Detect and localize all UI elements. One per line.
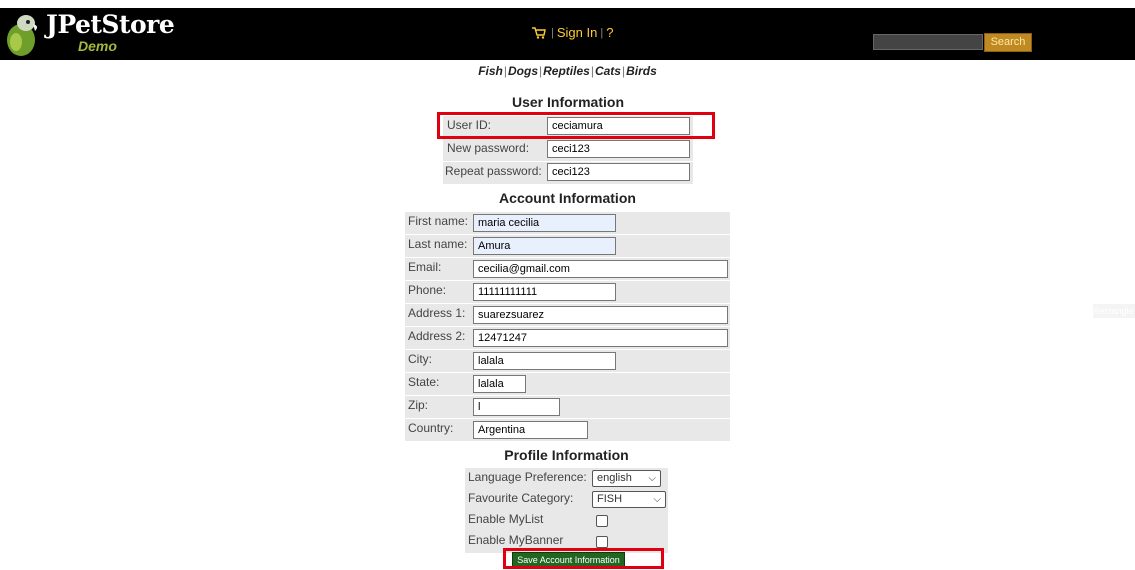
country-row: Country: Argentina	[405, 419, 730, 441]
save-button-highlight	[503, 548, 664, 569]
address2-field[interactable]: 12471247	[473, 329, 728, 347]
side-tag: Rectangle	[1093, 304, 1135, 318]
last-name-row: Last name: Amura	[405, 235, 730, 257]
zip-label: Zip:	[408, 398, 429, 412]
email-row: Email: cecilia@gmail.com	[405, 258, 730, 280]
user-info-title: User Information	[511, 94, 624, 110]
parrot-logo-icon	[7, 15, 38, 56]
language-select[interactable]: english ⌵	[592, 470, 661, 487]
quick-link-separator: |	[539, 64, 543, 78]
mybanner-label: Enable MyBanner	[468, 533, 564, 547]
email-label: Email:	[408, 260, 442, 274]
category-select[interactable]: FISH ⌵	[592, 491, 666, 508]
header-menu: | Sign In | ?	[532, 25, 613, 40]
state-label: State:	[408, 375, 440, 389]
new-password-label: New password:	[447, 141, 530, 155]
quick-link-separator: |	[621, 64, 626, 78]
city-field[interactable]: lalala	[473, 352, 616, 370]
city-label: City:	[408, 352, 432, 366]
quick-link-separator: |	[590, 64, 594, 78]
address1-field[interactable]: suarezsuarez	[473, 306, 728, 324]
new-password-row: New password: ceci123	[443, 139, 693, 161]
category-quick-links: Fish|Dogs|Reptiles|Cats|Birds	[0, 64, 1135, 78]
address2-row: Address 2: 12471247	[405, 327, 730, 349]
quick-link-dogs[interactable]: Dogs	[508, 64, 538, 78]
help-link[interactable]: ?	[606, 25, 613, 40]
search-button[interactable]: Search	[984, 33, 1032, 52]
repeat-password-label: Repeat password:	[445, 164, 542, 178]
last-name-label: Last name:	[408, 237, 468, 251]
last-name-field[interactable]: Amura	[473, 237, 616, 255]
language-selected: english	[597, 472, 632, 484]
category-label: Favourite Category:	[468, 491, 574, 505]
first-name-label: First name:	[408, 214, 469, 228]
mylist-checkbox[interactable]	[596, 515, 608, 527]
address2-label: Address 2:	[408, 329, 466, 343]
new-password-field[interactable]: ceci123	[547, 140, 690, 158]
mybanner-checkbox[interactable]	[596, 536, 608, 548]
zip-row: Zip: l	[405, 396, 730, 418]
quick-link-birds[interactable]: Birds	[626, 64, 657, 78]
mylist-label: Enable MyList	[468, 512, 544, 526]
phone-row: Phone: 11111111111	[405, 281, 730, 303]
city-row: City: lalala	[405, 350, 730, 372]
logo-subtitle: Demo	[78, 38, 117, 54]
repeat-password-row: Repeat password: ceci123	[443, 162, 693, 184]
account-info-title: Account Information	[499, 190, 636, 206]
first-name-row: First name: maria cecilia	[405, 212, 730, 234]
state-field[interactable]: lalala	[473, 375, 526, 393]
country-field[interactable]: Argentina	[473, 421, 588, 439]
logo[interactable]: JPetStore Demo	[4, 8, 184, 60]
logo-title: JPetStore	[46, 10, 175, 39]
cart-icon[interactable]	[532, 26, 546, 39]
language-label: Language Preference:	[468, 470, 587, 484]
country-label: Country:	[408, 421, 454, 435]
category-row: Favourite Category: FISH ⌵	[465, 489, 668, 511]
mylist-row: Enable MyList	[465, 510, 668, 532]
sign-in-link[interactable]: Sign In	[557, 25, 597, 40]
chevron-down-icon: ⌵	[648, 473, 656, 484]
search-input[interactable]	[873, 34, 983, 50]
profile-info-title: Profile Information	[504, 447, 629, 463]
repeat-password-field[interactable]: ceci123	[547, 163, 690, 181]
email-field[interactable]: cecilia@gmail.com	[473, 260, 728, 278]
quick-link-reptiles[interactable]: Reptiles	[543, 64, 590, 78]
address1-label: Address 1:	[408, 306, 466, 320]
quick-link-cats[interactable]: Cats	[595, 64, 621, 78]
state-row: State: lalala	[405, 373, 730, 395]
language-row: Language Preference: english ⌵	[465, 468, 668, 490]
menu-separator: |	[600, 26, 604, 39]
quick-link-separator: |	[503, 64, 508, 78]
phone-field[interactable]: 11111111111	[473, 283, 616, 301]
category-selected: FISH	[597, 493, 623, 505]
chevron-down-icon: ⌵	[653, 494, 661, 505]
address1-row: Address 1: suarezsuarez	[405, 304, 730, 326]
first-name-field[interactable]: maria cecilia	[473, 214, 616, 232]
phone-label: Phone:	[408, 283, 447, 297]
menu-separator: |	[551, 26, 554, 39]
user-id-highlight	[437, 112, 715, 139]
quick-link-fish[interactable]: Fish	[478, 64, 503, 78]
zip-field[interactable]: l	[473, 398, 560, 416]
header-bar: JPetStore Demo | Sign In | ? Search	[0, 8, 1135, 60]
